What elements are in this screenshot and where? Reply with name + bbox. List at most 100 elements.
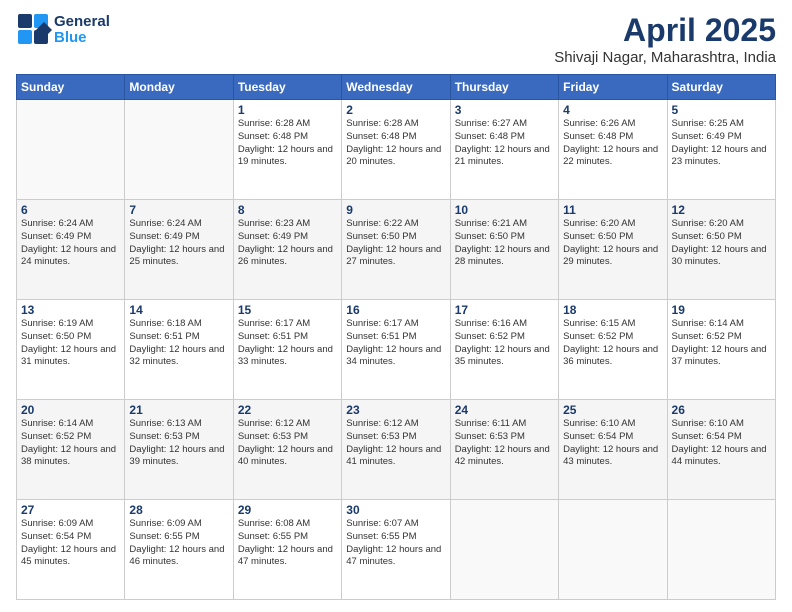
day-number: 22 — [238, 403, 337, 417]
calendar-table: SundayMondayTuesdayWednesdayThursdayFrid… — [16, 74, 776, 600]
day-number: 4 — [563, 103, 662, 117]
day-number: 27 — [21, 503, 120, 517]
calendar-cell: 8Sunrise: 6:23 AMSunset: 6:49 PMDaylight… — [233, 200, 341, 300]
calendar-cell: 16Sunrise: 6:17 AMSunset: 6:51 PMDayligh… — [342, 300, 450, 400]
calendar-cell: 11Sunrise: 6:20 AMSunset: 6:50 PMDayligh… — [559, 200, 667, 300]
day-number: 23 — [346, 403, 445, 417]
day-number: 19 — [672, 303, 771, 317]
calendar-cell: 13Sunrise: 6:19 AMSunset: 6:50 PMDayligh… — [17, 300, 125, 400]
day-number: 5 — [672, 103, 771, 117]
cell-info: Sunrise: 6:28 AMSunset: 6:48 PMDaylight:… — [238, 118, 337, 169]
cell-info: Sunrise: 6:20 AMSunset: 6:50 PMDaylight:… — [672, 218, 771, 269]
day-number: 14 — [129, 303, 228, 317]
calendar-cell: 22Sunrise: 6:12 AMSunset: 6:53 PMDayligh… — [233, 400, 341, 500]
main-title: April 2025 — [554, 12, 776, 49]
day-number: 6 — [21, 203, 120, 217]
day-number: 1 — [238, 103, 337, 117]
calendar-week-row: 20Sunrise: 6:14 AMSunset: 6:52 PMDayligh… — [17, 400, 776, 500]
cell-info: Sunrise: 6:26 AMSunset: 6:48 PMDaylight:… — [563, 118, 662, 169]
cell-info: Sunrise: 6:22 AMSunset: 6:50 PMDaylight:… — [346, 218, 445, 269]
cell-info: Sunrise: 6:14 AMSunset: 6:52 PMDaylight:… — [672, 318, 771, 369]
cell-info: Sunrise: 6:16 AMSunset: 6:52 PMDaylight:… — [455, 318, 554, 369]
cell-info: Sunrise: 6:09 AMSunset: 6:55 PMDaylight:… — [129, 518, 228, 569]
day-number: 30 — [346, 503, 445, 517]
calendar-cell: 30Sunrise: 6:07 AMSunset: 6:55 PMDayligh… — [342, 500, 450, 600]
day-header-saturday: Saturday — [667, 75, 775, 100]
cell-info: Sunrise: 6:17 AMSunset: 6:51 PMDaylight:… — [238, 318, 337, 369]
calendar-cell: 10Sunrise: 6:21 AMSunset: 6:50 PMDayligh… — [450, 200, 558, 300]
calendar-cell: 28Sunrise: 6:09 AMSunset: 6:55 PMDayligh… — [125, 500, 233, 600]
cell-info: Sunrise: 6:13 AMSunset: 6:53 PMDaylight:… — [129, 418, 228, 469]
calendar-cell: 1Sunrise: 6:28 AMSunset: 6:48 PMDaylight… — [233, 100, 341, 200]
title-block: April 2025 Shivaji Nagar, Maharashtra, I… — [554, 12, 776, 66]
cell-info: Sunrise: 6:24 AMSunset: 6:49 PMDaylight:… — [129, 218, 228, 269]
calendar-cell — [450, 500, 558, 600]
calendar-cell — [17, 100, 125, 200]
cell-info: Sunrise: 6:25 AMSunset: 6:49 PMDaylight:… — [672, 118, 771, 169]
calendar-cell: 25Sunrise: 6:10 AMSunset: 6:54 PMDayligh… — [559, 400, 667, 500]
calendar-week-row: 27Sunrise: 6:09 AMSunset: 6:54 PMDayligh… — [17, 500, 776, 600]
calendar-cell: 26Sunrise: 6:10 AMSunset: 6:54 PMDayligh… — [667, 400, 775, 500]
calendar-cell: 9Sunrise: 6:22 AMSunset: 6:50 PMDaylight… — [342, 200, 450, 300]
day-number: 9 — [346, 203, 445, 217]
calendar-cell: 4Sunrise: 6:26 AMSunset: 6:48 PMDaylight… — [559, 100, 667, 200]
header: General Blue April 2025 Shivaji Nagar, M… — [16, 12, 776, 66]
day-number: 21 — [129, 403, 228, 417]
logo-line2: Blue — [54, 30, 110, 47]
calendar-cell — [667, 500, 775, 600]
day-number: 12 — [672, 203, 771, 217]
calendar-week-row: 6 Sunrise: 6:24 AMSunset: 6:49 PMDaylight… — [17, 200, 776, 300]
day-number: 20 — [21, 403, 120, 417]
cell-info: Sunrise: 6:14 AMSunset: 6:52 PMDaylight:… — [21, 418, 120, 469]
day-number: 17 — [455, 303, 554, 317]
day-header-sunday: Sunday — [17, 75, 125, 100]
cell-info: Sunrise: 6:07 AMSunset: 6:55 PMDaylight:… — [346, 518, 445, 569]
cell-info: Sunrise: 6:20 AMSunset: 6:50 PMDaylight:… — [563, 218, 662, 269]
cell-info: Sunrise: 6:10 AMSunset: 6:54 PMDaylight:… — [563, 418, 662, 469]
logo: General Blue — [16, 12, 110, 48]
cell-info: Sunrise: 6:18 AMSunset: 6:51 PMDaylight:… — [129, 318, 228, 369]
day-header-wednesday: Wednesday — [342, 75, 450, 100]
calendar-cell: 15Sunrise: 6:17 AMSunset: 6:51 PMDayligh… — [233, 300, 341, 400]
logo-line1: General — [54, 14, 110, 31]
day-header-monday: Monday — [125, 75, 233, 100]
day-number: 26 — [672, 403, 771, 417]
calendar-week-row: 1Sunrise: 6:28 AMSunset: 6:48 PMDaylight… — [17, 100, 776, 200]
cell-info: Sunrise: 6:21 AMSunset: 6:50 PMDaylight:… — [455, 218, 554, 269]
calendar-cell: 2Sunrise: 6:28 AMSunset: 6:48 PMDaylight… — [342, 100, 450, 200]
calendar-cell: 20Sunrise: 6:14 AMSunset: 6:52 PMDayligh… — [17, 400, 125, 500]
calendar-cell: 6Sunrise: 6:24 AMSunset: 6:49 PMDaylight… — [17, 200, 125, 300]
cell-info: Sunrise: 6:28 AMSunset: 6:48 PMDaylight:… — [346, 118, 445, 169]
subtitle: Shivaji Nagar, Maharashtra, India — [554, 49, 776, 66]
day-header-thursday: Thursday — [450, 75, 558, 100]
page: General Blue April 2025 Shivaji Nagar, M… — [0, 0, 792, 612]
calendar-cell: 18Sunrise: 6:15 AMSunset: 6:52 PMDayligh… — [559, 300, 667, 400]
cell-info: Sunrise: 6:19 AMSunset: 6:50 PMDaylight:… — [21, 318, 120, 369]
day-number: 8 — [238, 203, 337, 217]
cell-info: Sunrise: 6:23 AMSunset: 6:49 PMDaylight:… — [238, 218, 337, 269]
calendar-cell — [125, 100, 233, 200]
calendar-cell: 14Sunrise: 6:18 AMSunset: 6:51 PMDayligh… — [125, 300, 233, 400]
day-number: 11 — [563, 203, 662, 217]
day-number: 10 — [455, 203, 554, 217]
calendar-cell: 5Sunrise: 6:25 AMSunset: 6:49 PMDaylight… — [667, 100, 775, 200]
day-number: 16 — [346, 303, 445, 317]
cell-info: Sunrise: 6:12 AMSunset: 6:53 PMDaylight:… — [238, 418, 337, 469]
calendar-week-row: 13Sunrise: 6:19 AMSunset: 6:50 PMDayligh… — [17, 300, 776, 400]
day-number: 2 — [346, 103, 445, 117]
day-number: 3 — [455, 103, 554, 117]
calendar-cell: 23Sunrise: 6:12 AMSunset: 6:53 PMDayligh… — [342, 400, 450, 500]
cell-info: Sunrise: 6:15 AMSunset: 6:52 PMDaylight:… — [563, 318, 662, 369]
day-number: 18 — [563, 303, 662, 317]
calendar-cell: 7Sunrise: 6:24 AMSunset: 6:49 PMDaylight… — [125, 200, 233, 300]
calendar-cell: 27Sunrise: 6:09 AMSunset: 6:54 PMDayligh… — [17, 500, 125, 600]
calendar-cell: 12Sunrise: 6:20 AMSunset: 6:50 PMDayligh… — [667, 200, 775, 300]
day-number: 7 — [129, 203, 228, 217]
calendar-cell — [559, 500, 667, 600]
calendar-cell: 17Sunrise: 6:16 AMSunset: 6:52 PMDayligh… — [450, 300, 558, 400]
cell-info: Sunrise: 6:12 AMSunset: 6:53 PMDaylight:… — [346, 418, 445, 469]
cell-info: Sunrise: 6:11 AMSunset: 6:53 PMDaylight:… — [455, 418, 554, 469]
logo-icon — [16, 12, 52, 48]
cell-info: Sunrise: 6:27 AMSunset: 6:48 PMDaylight:… — [455, 118, 554, 169]
calendar-cell: 3Sunrise: 6:27 AMSunset: 6:48 PMDaylight… — [450, 100, 558, 200]
